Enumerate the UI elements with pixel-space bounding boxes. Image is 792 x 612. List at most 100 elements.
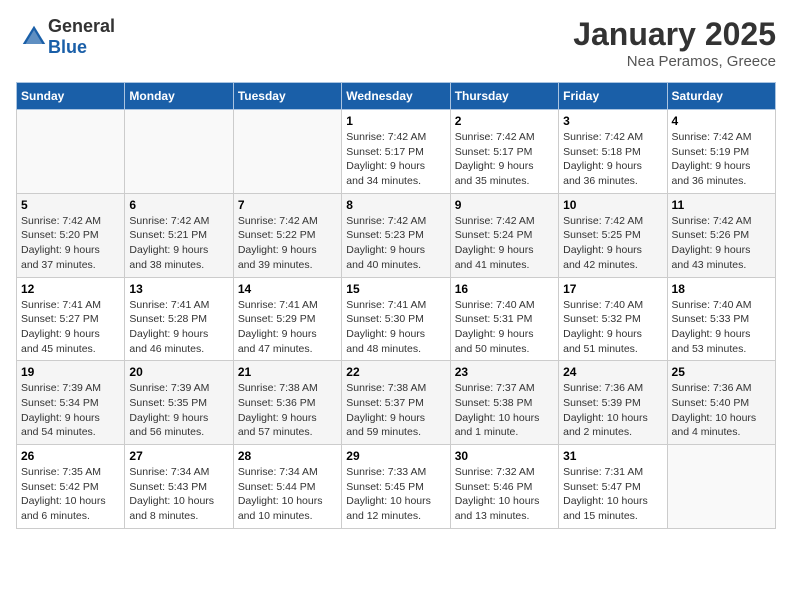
day-number: 19	[21, 365, 120, 379]
calendar-cell: 1 Sunrise: 7:42 AM Sunset: 5:17 PM Daylig…	[342, 110, 450, 194]
day-info: Sunrise: 7:40 AM Sunset: 5:32 PM Dayligh…	[563, 298, 662, 357]
calendar-cell	[667, 445, 775, 529]
day-info: Sunrise: 7:42 AM Sunset: 5:17 PM Dayligh…	[346, 130, 445, 189]
calendar-cell: 26Sunrise: 7:35 AM Sunset: 5:42 PM Dayli…	[17, 445, 125, 529]
day-info: Sunrise: 7:42 AM Sunset: 5:26 PM Dayligh…	[672, 214, 771, 273]
day-number: 13	[129, 282, 228, 296]
calendar-cell: 21 Sunrise: 7:38 AM Sunset: 5:36 PM Dayli…	[233, 361, 341, 445]
weekday-header: Sunday	[17, 83, 125, 110]
day-info: Sunrise: 7:39 AM Sunset: 5:35 PM Dayligh…	[129, 381, 228, 440]
calendar-week-row: 19 Sunrise: 7:39 AM Sunset: 5:34 PM Dayli…	[17, 361, 776, 445]
day-number: 8	[346, 198, 445, 212]
day-info: Sunrise: 7:42 AM Sunset: 5:20 PM Dayligh…	[21, 214, 120, 273]
day-number: 15	[346, 282, 445, 296]
day-number: 11	[672, 198, 771, 212]
calendar-cell: 29 Sunrise: 7:33 AM Sunset: 5:45 PM Dayli…	[342, 445, 450, 529]
day-number: 18	[672, 282, 771, 296]
day-number: 17	[563, 282, 662, 296]
calendar-cell: 3 Sunrise: 7:42 AM Sunset: 5:18 PM Daylig…	[559, 110, 667, 194]
day-number: 3	[563, 114, 662, 128]
calendar-week-row: 5 Sunrise: 7:42 AM Sunset: 5:20 PM Daylig…	[17, 193, 776, 277]
day-number: 4	[672, 114, 771, 128]
calendar-location: Nea Peramos, Greece	[573, 53, 776, 70]
calendar-cell: 31 Sunrise: 7:31 AM Sunset: 5:47 PM Dayli…	[559, 445, 667, 529]
calendar-cell: 15 Sunrise: 7:41 AM Sunset: 5:30 PM Dayli…	[342, 277, 450, 361]
day-number: 24	[563, 365, 662, 379]
weekday-header: Wednesday	[342, 83, 450, 110]
day-info: Sunrise: 7:42 AM Sunset: 5:18 PM Dayligh…	[563, 130, 662, 189]
day-info: Sunrise: 7:42 AM Sunset: 5:24 PM Dayligh…	[455, 214, 554, 273]
day-number: 23	[455, 365, 554, 379]
day-info: Sunrise: 7:39 AM Sunset: 5:34 PM Dayligh…	[21, 381, 120, 440]
logo: General Blue	[16, 16, 115, 58]
calendar-cell: 5 Sunrise: 7:42 AM Sunset: 5:20 PM Daylig…	[17, 193, 125, 277]
logo-text: General Blue	[48, 16, 115, 58]
day-info: Sunrise: 7:41 AM Sunset: 5:30 PM Dayligh…	[346, 298, 445, 357]
day-number: 27	[129, 449, 228, 463]
day-number: 22	[346, 365, 445, 379]
weekday-header: Thursday	[450, 83, 558, 110]
day-info: Sunrise: 7:42 AM Sunset: 5:22 PM Dayligh…	[238, 214, 337, 273]
calendar-cell: 12Sunrise: 7:41 AM Sunset: 5:27 PM Dayli…	[17, 277, 125, 361]
day-number: 9	[455, 198, 554, 212]
logo-general: General	[48, 16, 115, 36]
calendar-table: SundayMondayTuesdayWednesdayThursdayFrid…	[16, 82, 776, 529]
day-info: Sunrise: 7:38 AM Sunset: 5:36 PM Dayligh…	[238, 381, 337, 440]
day-number: 29	[346, 449, 445, 463]
day-number: 16	[455, 282, 554, 296]
page-header: General Blue January 2025 Nea Peramos, G…	[16, 16, 776, 70]
weekday-header: Saturday	[667, 83, 775, 110]
weekday-header: Tuesday	[233, 83, 341, 110]
calendar-title: January 2025	[573, 16, 776, 53]
day-number: 21	[238, 365, 337, 379]
calendar-cell: 28 Sunrise: 7:34 AM Sunset: 5:44 PM Dayli…	[233, 445, 341, 529]
day-info: Sunrise: 7:42 AM Sunset: 5:25 PM Dayligh…	[563, 214, 662, 273]
calendar-cell: 7 Sunrise: 7:42 AM Sunset: 5:22 PM Daylig…	[233, 193, 341, 277]
day-number: 5	[21, 198, 120, 212]
calendar-cell: 6 Sunrise: 7:42 AM Sunset: 5:21 PM Daylig…	[125, 193, 233, 277]
day-info: Sunrise: 7:33 AM Sunset: 5:45 PM Dayligh…	[346, 465, 445, 524]
calendar-cell: 18Sunrise: 7:40 AM Sunset: 5:33 PM Dayli…	[667, 277, 775, 361]
calendar-cell: 30 Sunrise: 7:32 AM Sunset: 5:46 PM Dayli…	[450, 445, 558, 529]
day-number: 2	[455, 114, 554, 128]
logo-blue: Blue	[48, 37, 87, 57]
calendar-cell	[233, 110, 341, 194]
day-info: Sunrise: 7:36 AM Sunset: 5:39 PM Dayligh…	[563, 381, 662, 440]
day-number: 1	[346, 114, 445, 128]
weekday-header-row: SundayMondayTuesdayWednesdayThursdayFrid…	[17, 83, 776, 110]
calendar-cell: 4Sunrise: 7:42 AM Sunset: 5:19 PM Daylig…	[667, 110, 775, 194]
day-number: 31	[563, 449, 662, 463]
day-info: Sunrise: 7:42 AM Sunset: 5:21 PM Dayligh…	[129, 214, 228, 273]
day-number: 28	[238, 449, 337, 463]
calendar-cell: 23Sunrise: 7:37 AM Sunset: 5:38 PM Dayli…	[450, 361, 558, 445]
day-info: Sunrise: 7:42 AM Sunset: 5:23 PM Dayligh…	[346, 214, 445, 273]
day-info: Sunrise: 7:34 AM Sunset: 5:44 PM Dayligh…	[238, 465, 337, 524]
calendar-cell: 10 Sunrise: 7:42 AM Sunset: 5:25 PM Dayli…	[559, 193, 667, 277]
day-number: 30	[455, 449, 554, 463]
day-info: Sunrise: 7:40 AM Sunset: 5:31 PM Dayligh…	[455, 298, 554, 357]
day-number: 7	[238, 198, 337, 212]
calendar-cell: 8 Sunrise: 7:42 AM Sunset: 5:23 PM Daylig…	[342, 193, 450, 277]
day-info: Sunrise: 7:31 AM Sunset: 5:47 PM Dayligh…	[563, 465, 662, 524]
day-info: Sunrise: 7:41 AM Sunset: 5:28 PM Dayligh…	[129, 298, 228, 357]
weekday-header: Friday	[559, 83, 667, 110]
day-info: Sunrise: 7:34 AM Sunset: 5:43 PM Dayligh…	[129, 465, 228, 524]
calendar-cell: 13 Sunrise: 7:41 AM Sunset: 5:28 PM Dayli…	[125, 277, 233, 361]
calendar-cell: 14 Sunrise: 7:41 AM Sunset: 5:29 PM Dayli…	[233, 277, 341, 361]
day-info: Sunrise: 7:38 AM Sunset: 5:37 PM Dayligh…	[346, 381, 445, 440]
day-info: Sunrise: 7:35 AM Sunset: 5:42 PM Dayligh…	[21, 465, 120, 524]
day-number: 25	[672, 365, 771, 379]
day-number: 12	[21, 282, 120, 296]
day-number: 10	[563, 198, 662, 212]
calendar-cell	[17, 110, 125, 194]
day-info: Sunrise: 7:32 AM Sunset: 5:46 PM Dayligh…	[455, 465, 554, 524]
day-number: 6	[129, 198, 228, 212]
calendar-cell: 25Sunrise: 7:36 AM Sunset: 5:40 PM Dayli…	[667, 361, 775, 445]
title-block: January 2025 Nea Peramos, Greece	[573, 16, 776, 70]
calendar-cell: 19 Sunrise: 7:39 AM Sunset: 5:34 PM Dayli…	[17, 361, 125, 445]
calendar-cell: 24 Sunrise: 7:36 AM Sunset: 5:39 PM Dayli…	[559, 361, 667, 445]
logo-icon	[20, 23, 48, 51]
day-number: 14	[238, 282, 337, 296]
weekday-header: Monday	[125, 83, 233, 110]
day-info: Sunrise: 7:41 AM Sunset: 5:29 PM Dayligh…	[238, 298, 337, 357]
